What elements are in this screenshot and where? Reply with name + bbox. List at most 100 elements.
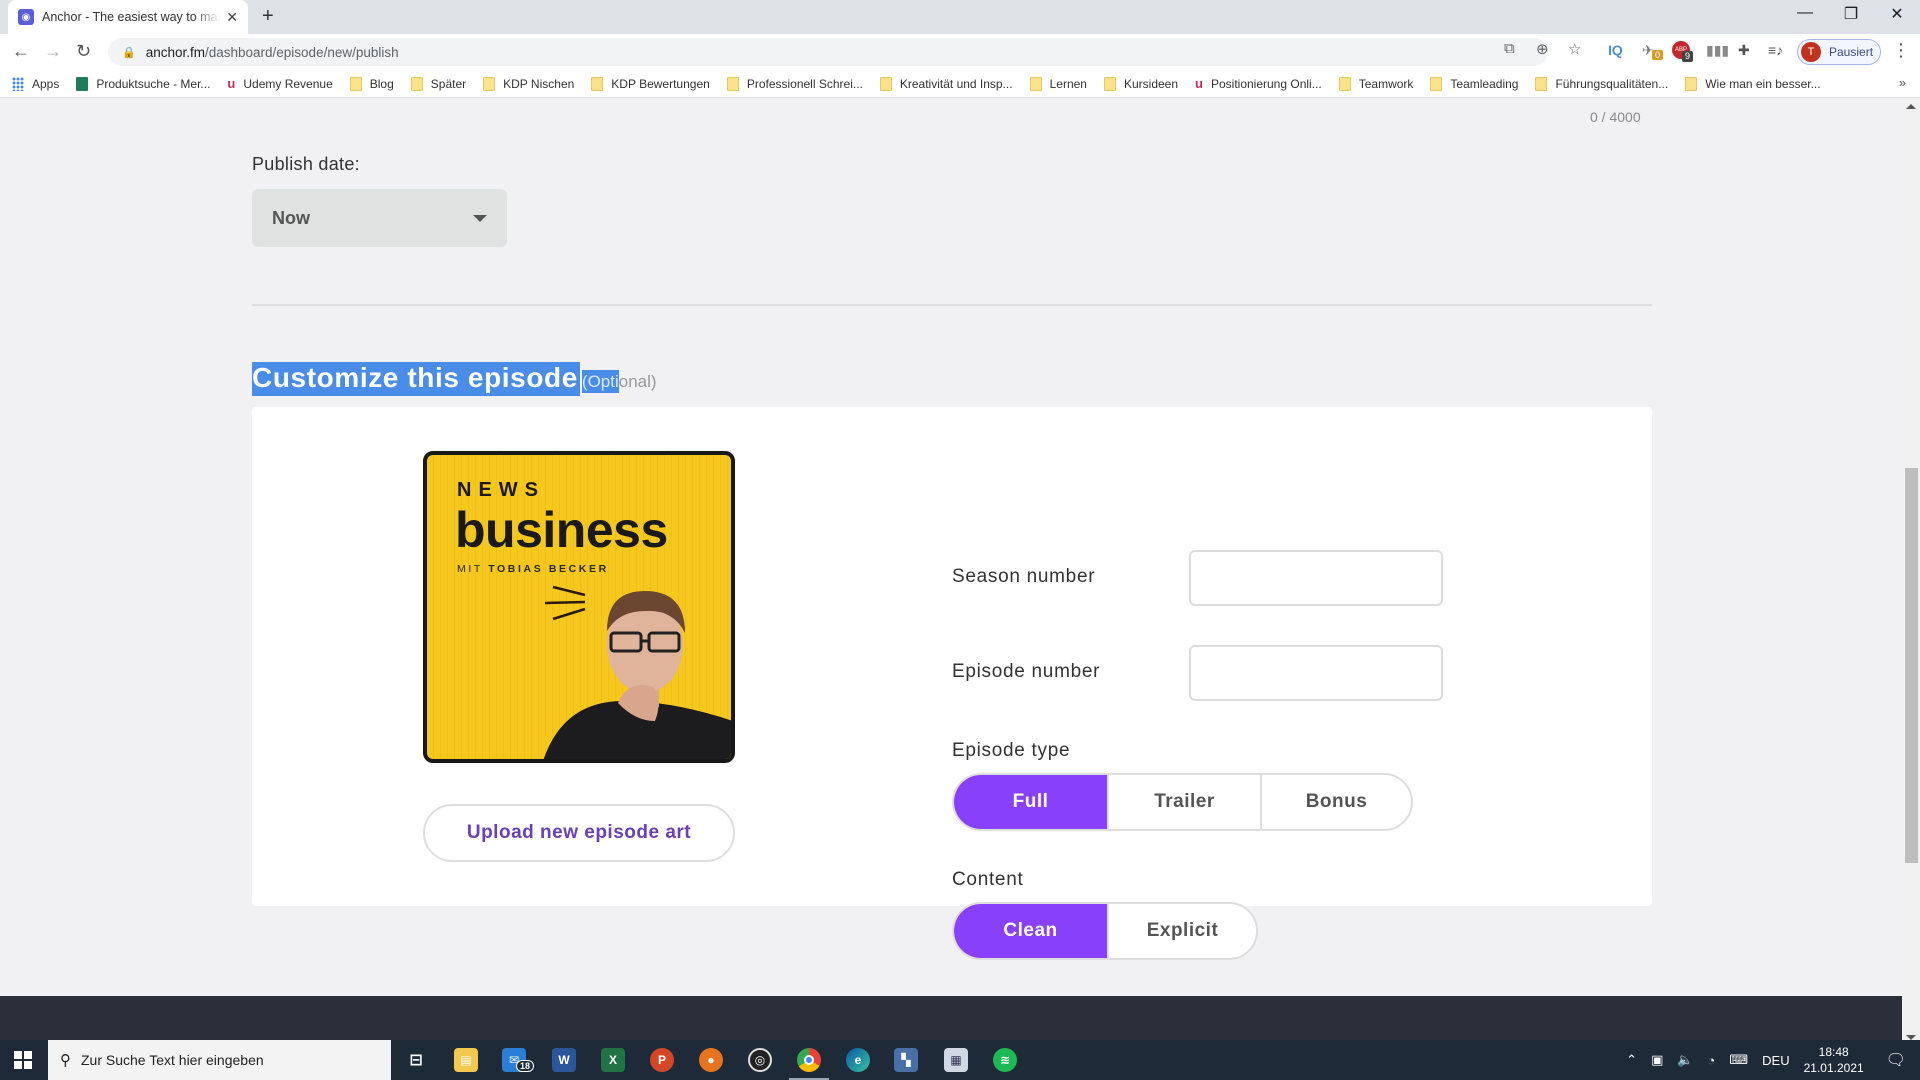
- minimize-button[interactable]: —: [1782, 4, 1828, 22]
- word-icon[interactable]: W: [552, 1048, 576, 1072]
- avatar: T: [1801, 42, 1821, 62]
- obs-icon[interactable]: ◎: [748, 1048, 772, 1072]
- bookmark-item[interactable]: Apps: [12, 76, 59, 91]
- browser-tab[interactable]: ◉ Anchor - The easiest way to make a pod…: [8, 0, 248, 34]
- new-tab-button[interactable]: +: [262, 5, 274, 28]
- address-bar[interactable]: 🔒 anchor.fm /dashboard/episode/new/publi…: [108, 38, 1548, 66]
- zoom-icon[interactable]: ⊕: [1536, 40, 1549, 58]
- app-blue-icon[interactable]: ▚: [894, 1048, 918, 1072]
- episode-type-trailer[interactable]: Trailer: [1107, 775, 1260, 829]
- browser-menu-icon[interactable]: ⋮: [1892, 40, 1910, 61]
- bookmarks-bar: Apps Produktsuche - Mer... u Udemy Revenue B…: [0, 70, 1920, 98]
- bookmark-item[interactable]: u Udemy Revenue: [227, 76, 332, 91]
- tray-expand-icon[interactable]: ⌃: [1626, 1052, 1637, 1068]
- url-path: /dashboard/episode/new/publish: [204, 44, 399, 60]
- bookmark-item[interactable]: Produktsuche - Mer...: [76, 76, 211, 91]
- adblock-badge: 9: [1682, 51, 1694, 62]
- season-number-label: Season number: [952, 566, 1096, 587]
- mail-icon[interactable]: ✉ 18: [502, 1048, 535, 1072]
- close-window-button[interactable]: ✕: [1874, 4, 1920, 24]
- folder-icon: [726, 76, 739, 91]
- bookmark-item[interactable]: KDP Nischen: [483, 76, 574, 91]
- bookmarks-overflow-button[interactable]: »: [1899, 75, 1906, 90]
- taskbar-search-box[interactable]: ⚲ Zur Suche Text hier eingeben: [48, 1040, 391, 1080]
- season-number-input[interactable]: [1189, 550, 1443, 606]
- windows-start-icon[interactable]: [14, 1051, 32, 1069]
- bookmark-label: Produktsuche - Mer...: [96, 76, 211, 91]
- bookmark-item[interactable]: KDP Bewertungen: [591, 76, 710, 91]
- task-view-icon[interactable]: ⊟: [404, 1048, 428, 1072]
- taskbar-search-placeholder: Zur Suche Text hier eingeben: [81, 1052, 264, 1068]
- bookmark-item[interactable]: Wie man ein besser...: [1685, 76, 1821, 91]
- episode-type-full[interactable]: Full: [954, 775, 1107, 829]
- episode-type-toggle: Full Trailer Bonus: [952, 773, 1413, 831]
- chrome-icon[interactable]: [797, 1048, 821, 1072]
- art-news-text: NEWS: [457, 479, 545, 501]
- file-explorer-icon[interactable]: ▤: [454, 1048, 478, 1072]
- wifi-icon[interactable]: ◔: [1708, 1053, 1716, 1068]
- page-content: 0 / 4000 Publish date: Now Customize thi…: [0, 98, 1902, 996]
- bookmark-item[interactable]: Kreativität und Insp...: [879, 76, 1013, 91]
- scroll-up-arrow-icon[interactable]: [1906, 104, 1916, 109]
- scrollbar-thumb[interactable]: [1905, 468, 1918, 863]
- bookmark-star-icon[interactable]: ☆: [1568, 40, 1581, 58]
- bookmark-item[interactable]: Teamwork: [1338, 76, 1413, 91]
- optional-label-selected: (Opti: [581, 370, 619, 393]
- close-tab-icon[interactable]: ✕: [226, 9, 238, 26]
- content-clean[interactable]: Clean: [954, 904, 1107, 958]
- bookmark-label: Positionierung Onli...: [1210, 76, 1322, 91]
- clock[interactable]: 18:48 21.01.2021: [1804, 1044, 1864, 1076]
- bookmark-item[interactable]: Blog: [349, 76, 394, 91]
- app-orange-icon[interactable]: ●: [699, 1048, 723, 1072]
- art-business-text: business: [455, 502, 668, 558]
- episode-number-label: Episode number: [952, 661, 1101, 682]
- app-document-icon[interactable]: ▦: [944, 1048, 968, 1072]
- episode-number-input[interactable]: [1189, 645, 1443, 701]
- bookmark-item[interactable]: Führungsqualitäten...: [1535, 76, 1668, 91]
- extension-plane-icon[interactable]: ✈ 0: [1642, 42, 1664, 60]
- customize-episode-card: NEWS business MIT TOBIAS BECKER Upload n…: [252, 407, 1652, 960]
- bookmark-item[interactable]: Später: [410, 76, 467, 91]
- browser-toolbar: ← → ↻ 🔒 anchor.fm /dashboard/episode/new…: [0, 34, 1920, 70]
- iq-extension-icon[interactable]: IQ: [1608, 42, 1623, 58]
- forward-button[interactable]: →: [44, 41, 62, 62]
- translate-icon[interactable]: ⧉: [1504, 40, 1515, 57]
- restore-button[interactable]: ❐: [1828, 4, 1874, 24]
- volume-icon[interactable]: 🔈: [1677, 1052, 1693, 1068]
- page-scrollbar[interactable]: [1902, 98, 1920, 1040]
- notifications-icon[interactable]: 🗨: [1886, 1050, 1906, 1070]
- profile-button[interactable]: T Pausiert: [1797, 39, 1881, 65]
- media-control-icon[interactable]: ≡♪: [1768, 42, 1783, 58]
- spotify-icon[interactable]: ≋: [993, 1048, 1017, 1072]
- signal-bars-icon[interactable]: ▮▮▮: [1706, 42, 1729, 59]
- search-icon: ⚲: [60, 1052, 71, 1069]
- edge-icon[interactable]: e: [846, 1048, 870, 1072]
- profile-status: Pausiert: [1829, 45, 1874, 59]
- folder-icon: [591, 76, 604, 91]
- bookmark-item[interactable]: u Positionierung Onli...: [1195, 76, 1322, 91]
- content-explicit[interactable]: Explicit: [1107, 904, 1256, 958]
- bookmark-item[interactable]: Lernen: [1029, 76, 1087, 91]
- bookmark-label: Später: [430, 76, 467, 91]
- bookmark-item[interactable]: Professionell Schrei...: [726, 76, 863, 91]
- bookmark-item[interactable]: Teamleading: [1430, 76, 1519, 91]
- language-indicator[interactable]: DEU: [1762, 1053, 1789, 1068]
- back-button[interactable]: ←: [12, 41, 30, 62]
- shirt-icon: [76, 76, 89, 91]
- episode-type-bonus[interactable]: Bonus: [1260, 775, 1411, 829]
- folder-icon: [1430, 76, 1443, 91]
- publish-date-select[interactable]: Now: [252, 189, 507, 247]
- bookmark-label: Teamleading: [1450, 76, 1519, 91]
- upload-episode-art-button[interactable]: Upload new episode art: [423, 804, 735, 862]
- reload-button[interactable]: ↻: [76, 41, 91, 62]
- folder-icon: [1338, 76, 1351, 91]
- extensions-puzzle-icon[interactable]: ✚: [1738, 42, 1750, 59]
- bookmark-item[interactable]: Kursideen: [1103, 76, 1178, 91]
- camera-icon[interactable]: ▣: [1651, 1052, 1663, 1068]
- excel-icon[interactable]: X: [601, 1048, 625, 1072]
- anchor-favicon-icon: ◉: [18, 9, 34, 25]
- powerpoint-icon[interactable]: P: [650, 1048, 674, 1072]
- url-host: anchor.fm: [145, 44, 205, 60]
- adblock-icon[interactable]: ABP 9: [1672, 41, 1694, 62]
- keyboard-icon[interactable]: ⌨: [1729, 1052, 1748, 1068]
